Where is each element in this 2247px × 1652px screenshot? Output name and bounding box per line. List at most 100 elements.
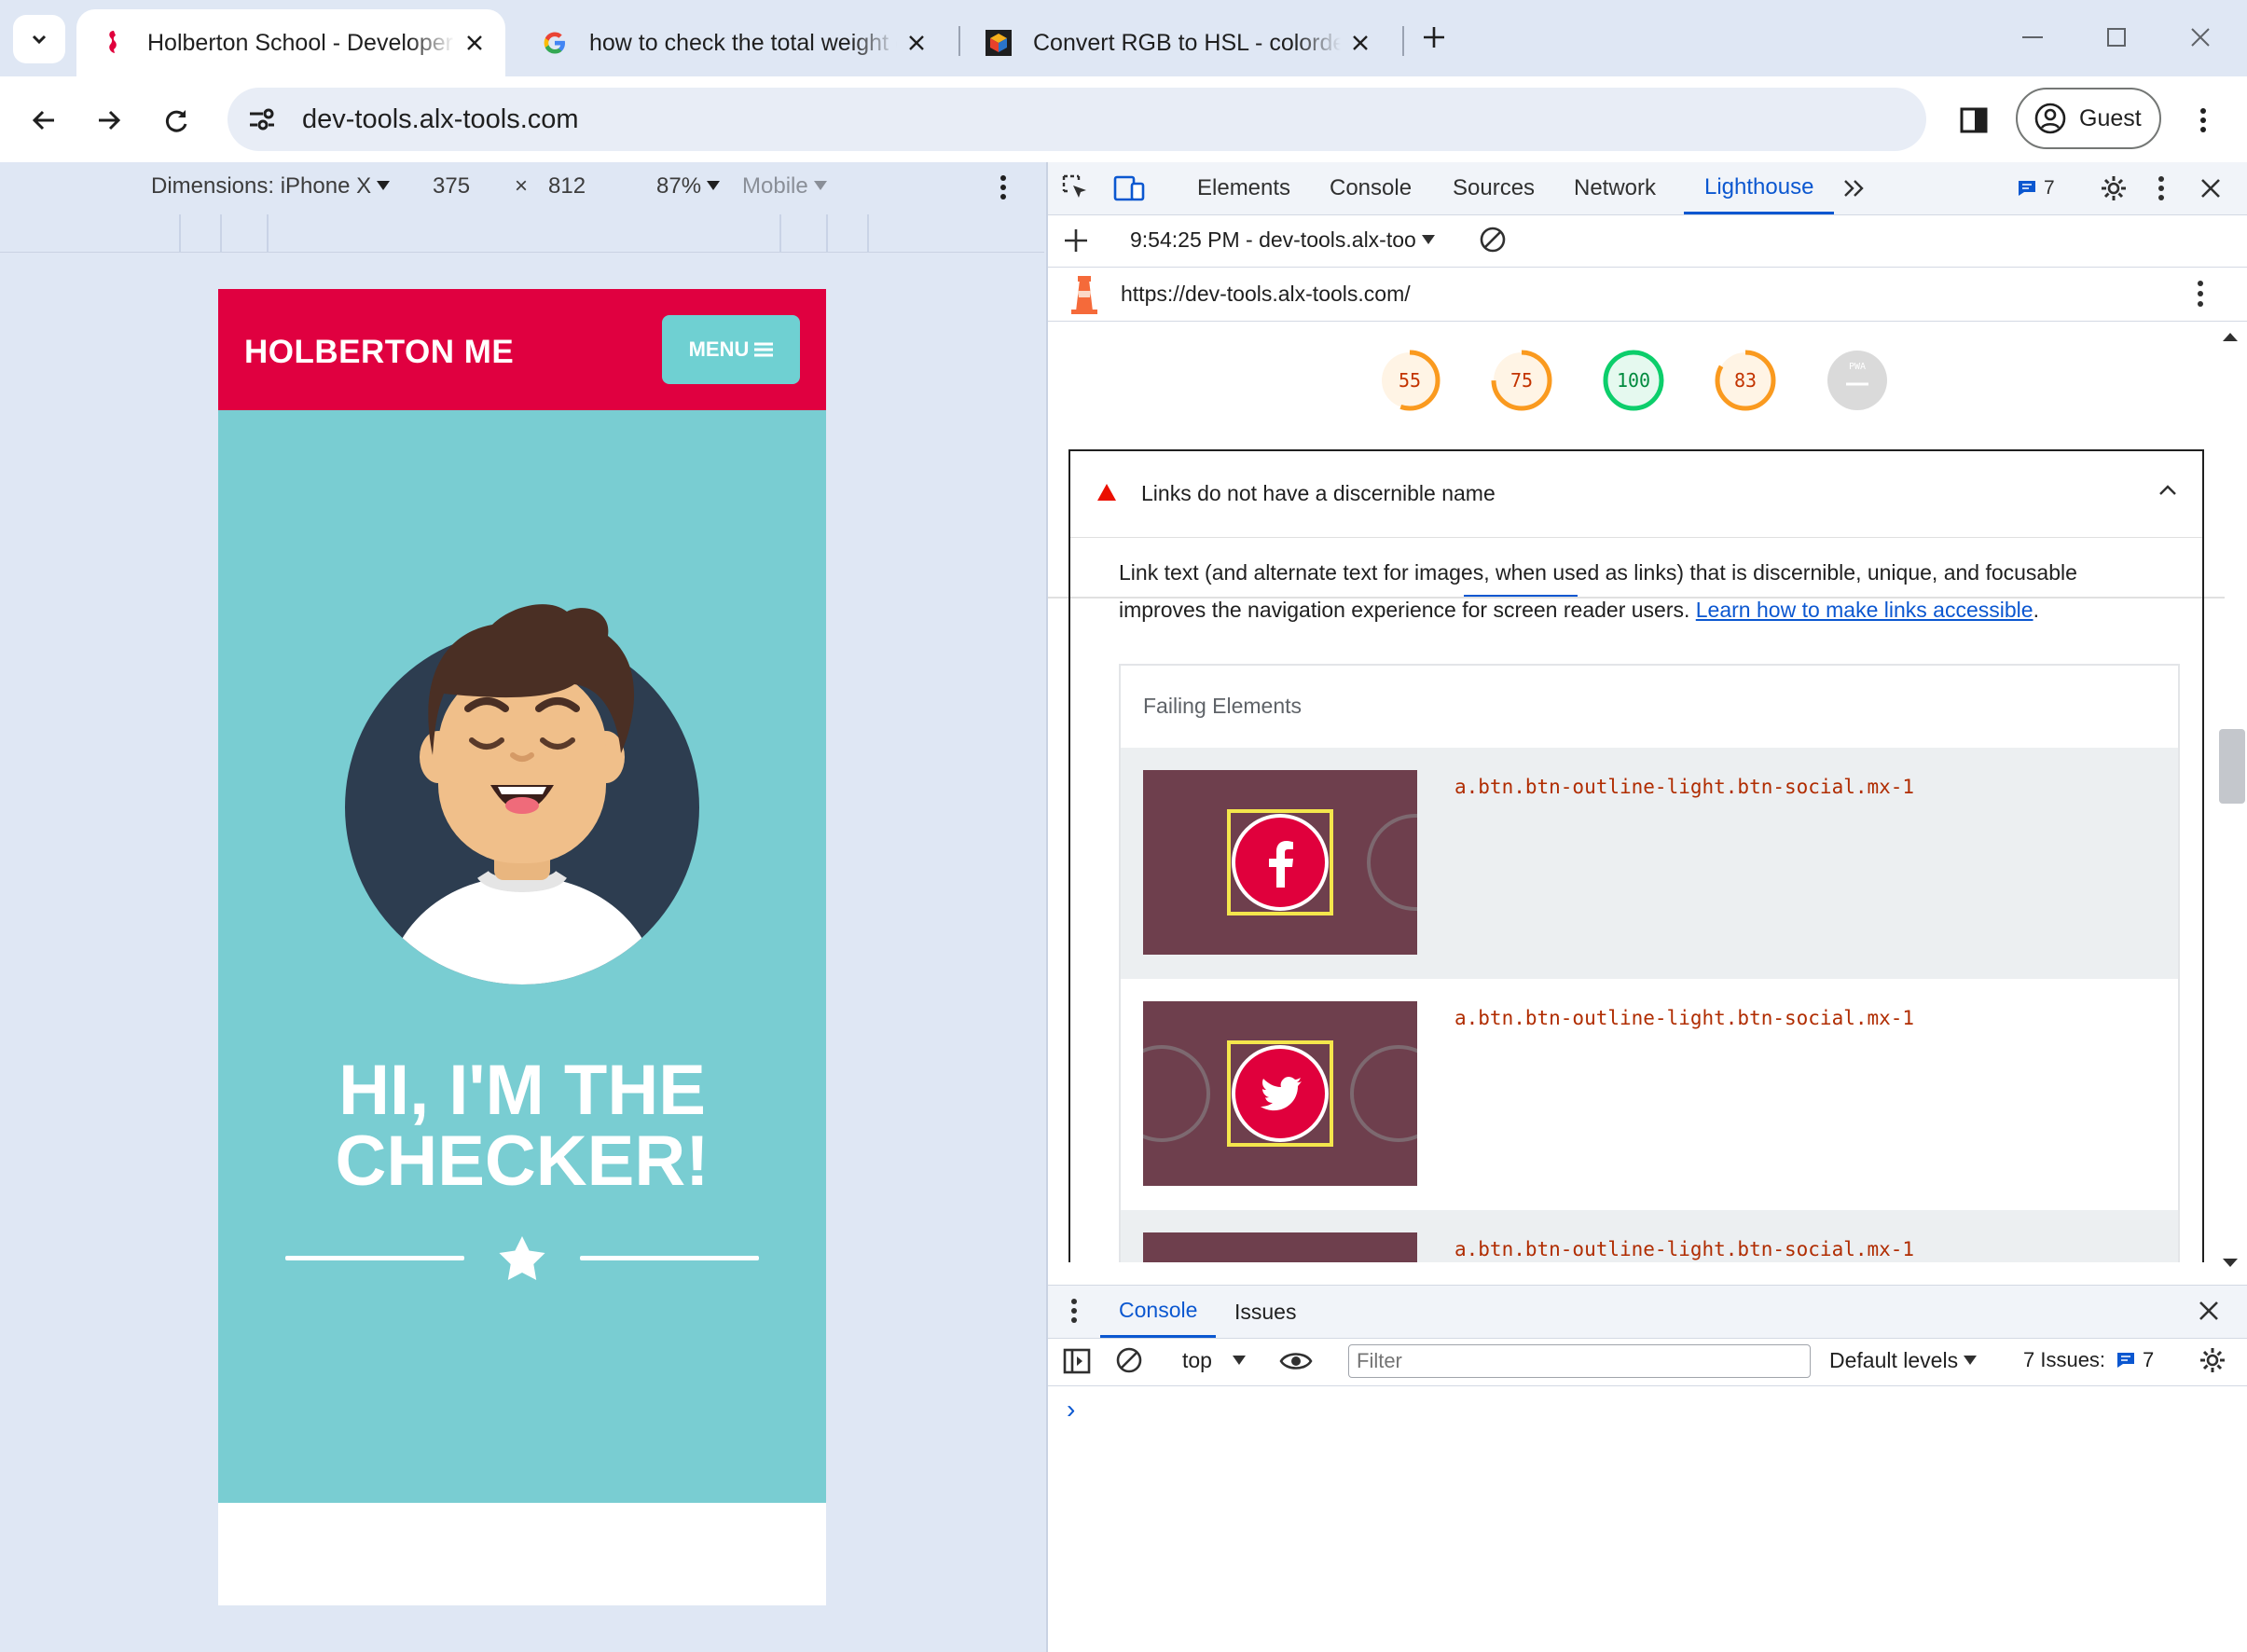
device-dimensions-label: Dimensions: iPhone X — [151, 173, 372, 199]
drawer-menu-icon[interactable] — [1070, 1299, 1078, 1323]
profile-label: Guest — [2079, 104, 2142, 131]
chevron-up-icon[interactable] — [2157, 483, 2178, 498]
issues-badge[interactable]: 7 — [2018, 162, 2055, 214]
back-button[interactable] — [19, 95, 69, 145]
device-toolbar-more-icon[interactable] — [999, 175, 1007, 200]
console-toolbar: top Default levels 7 Issues: 7 — [1048, 1337, 2247, 1386]
pwa-label: PWA — [1848, 362, 1867, 372]
caret-down-icon — [813, 181, 827, 192]
new-tab-button[interactable] — [1406, 13, 1462, 62]
close-icon[interactable] — [1346, 29, 1374, 57]
browser-menu-button[interactable] — [2178, 95, 2228, 145]
browser-toolbar: dev-tools.alx-tools.com Guest — [0, 76, 2247, 162]
tab-search-button[interactable] — [13, 15, 65, 63]
minimize-button[interactable] — [2005, 13, 2061, 62]
new-report-icon[interactable] — [1063, 227, 1089, 254]
tab-console[interactable]: Console — [1330, 162, 1412, 214]
scroll-up-icon[interactable] — [2221, 330, 2240, 343]
table-row[interactable]: a.btn.btn-outline-light.btn-social.mx-1 — [1121, 979, 2178, 1210]
tab-title: Convert RGB to HSL - colordesig — [1033, 29, 1341, 56]
menu-button[interactable]: MENU — [662, 315, 800, 384]
console-issues-button[interactable]: 7 Issues: 7 — [2023, 1348, 2154, 1372]
clear-reports-icon[interactable] — [1479, 226, 1507, 254]
forward-button[interactable] — [84, 95, 134, 145]
devtools-drawer: Console Issues top Filter Default levels… — [1048, 1285, 2247, 1652]
report-menu-icon[interactable] — [2197, 280, 2204, 308]
caret-down-icon — [1421, 234, 1435, 246]
score-value: 100 — [1616, 369, 1651, 392]
address-bar[interactable]: dev-tools.alx-tools.com — [227, 88, 1926, 151]
reload-button[interactable] — [151, 95, 201, 145]
tab-network[interactable]: Network — [1574, 162, 1656, 214]
devtools-panel: Elements Console Sources Network Lightho… — [1046, 162, 2247, 1652]
hero-title: HI, I'M THE CHECKER! — [218, 1055, 826, 1197]
close-drawer-icon[interactable] — [2199, 1301, 2219, 1321]
device-width-input[interactable]: 375 — [433, 173, 470, 200]
failing-selector: a.btn.btn-outline-light.btn-social.mx-1 — [1454, 1238, 1915, 1260]
pwa-badge[interactable]: PWA — [1826, 349, 1889, 412]
drawer-tab-console[interactable]: Console — [1100, 1286, 1217, 1338]
tab-elements[interactable]: Elements — [1197, 162, 1290, 214]
log-levels-select[interactable]: Default levels — [1829, 1348, 1978, 1373]
console-filter-input[interactable] — [1348, 1344, 1811, 1378]
score-gauge[interactable]: 83 — [1714, 349, 1777, 412]
maximize-button[interactable] — [2088, 13, 2144, 62]
failing-selector: a.btn.btn-outline-light.btn-social.mx-1 — [1454, 1007, 1915, 1029]
audit-header[interactable]: Links do not have a discernible name — [1070, 451, 2202, 538]
site-info-icon[interactable] — [244, 102, 280, 137]
window-close-button[interactable] — [2172, 13, 2228, 62]
close-icon[interactable] — [903, 29, 931, 57]
sidebar-toggle-icon[interactable] — [1063, 1348, 1091, 1374]
inspect-element-icon[interactable] — [1061, 162, 1091, 214]
report-scrollbar-thumb[interactable] — [2219, 729, 2245, 804]
context-select[interactable]: top — [1182, 1348, 1246, 1373]
score-gauge[interactable]: 100 — [1602, 349, 1665, 412]
chevron-down-icon — [29, 29, 49, 49]
close-icon[interactable] — [461, 29, 489, 57]
device-select[interactable]: Dimensions: iPhone X — [151, 173, 391, 200]
table-row[interactable]: a.btn.btn-outline-light.btn-social.mx-1 — [1121, 748, 2178, 979]
learn-more-link[interactable]: Learn how to make links accessible — [1696, 598, 2033, 622]
devtools-tab-bar: Elements Console Sources Network Lightho… — [1048, 162, 2247, 215]
element-screenshot — [1143, 1232, 1417, 1262]
more-tabs-icon[interactable] — [1842, 162, 1867, 214]
device-mode-value: Mobile — [742, 173, 808, 199]
device-toggle-icon[interactable] — [1113, 162, 1145, 214]
drawer-tab-bar: Console Issues — [1048, 1285, 2247, 1339]
tab-colordesigner[interactable]: Convert RGB to HSL - colordesig — [962, 9, 1391, 76]
console-prompt[interactable]: › — [1067, 1395, 1075, 1425]
tab-google[interactable]: how to check the total weight o — [518, 9, 947, 76]
devtools-more-icon[interactable] — [2157, 162, 2165, 214]
tab-sources[interactable]: Sources — [1453, 162, 1535, 214]
table-row[interactable]: a.btn.btn-outline-light.btn-social.mx-1 — [1121, 1210, 2178, 1262]
live-expression-eye-icon[interactable] — [1279, 1350, 1313, 1372]
report-url[interactable]: https://dev-tools.alx-tools.com/ — [1121, 282, 1411, 307]
site-brand[interactable]: HOLBERTON ME — [244, 334, 514, 371]
tab-holberton[interactable]: Holberton School - Developer t — [76, 9, 505, 76]
report-select[interactable]: 9:54:25 PM - dev-tools.alx-too — [1130, 227, 1435, 253]
drawer-tab-issues[interactable]: Issues — [1234, 1286, 1296, 1338]
device-height-input[interactable]: 812 — [548, 173, 586, 200]
element-screenshot — [1143, 1001, 1417, 1186]
zoom-value: 87% — [656, 173, 702, 199]
audit-description: Link text (and alternate text for images… — [1119, 560, 2077, 622]
score-gauge[interactable]: 55 — [1378, 349, 1441, 412]
profile-button[interactable]: Guest — [2016, 88, 2161, 149]
scroll-down-icon[interactable] — [2221, 1257, 2240, 1270]
side-panel-button[interactable] — [1949, 95, 1999, 145]
zoom-select[interactable]: 87% — [656, 173, 721, 200]
failing-elements-table: Failing Elements a.btn.btn-outline-light… — [1119, 664, 2180, 1262]
log-levels-value: Default levels — [1829, 1348, 1959, 1372]
console-settings-gear-icon[interactable] — [2199, 1346, 2226, 1374]
settings-gear-icon[interactable] — [2100, 162, 2128, 214]
device-mode-select[interactable]: Mobile — [742, 173, 827, 200]
element-screenshot — [1143, 770, 1417, 955]
close-devtools-icon[interactable] — [2200, 162, 2221, 214]
report-time: 9:54:25 PM - dev-tools.alx-too — [1130, 227, 1416, 252]
report-url-bar: https://dev-tools.alx-tools.com/ — [1048, 267, 2247, 322]
score-gauge[interactable]: 75 — [1490, 349, 1553, 412]
emulated-viewport: HOLBERTON ME MENU HI, I'M THE CHECKER! — [218, 289, 826, 1605]
tab-lighthouse[interactable]: Lighthouse — [1684, 162, 1835, 214]
hero-title-line: CHECKER! — [335, 1122, 710, 1201]
clear-console-icon[interactable] — [1115, 1346, 1143, 1374]
